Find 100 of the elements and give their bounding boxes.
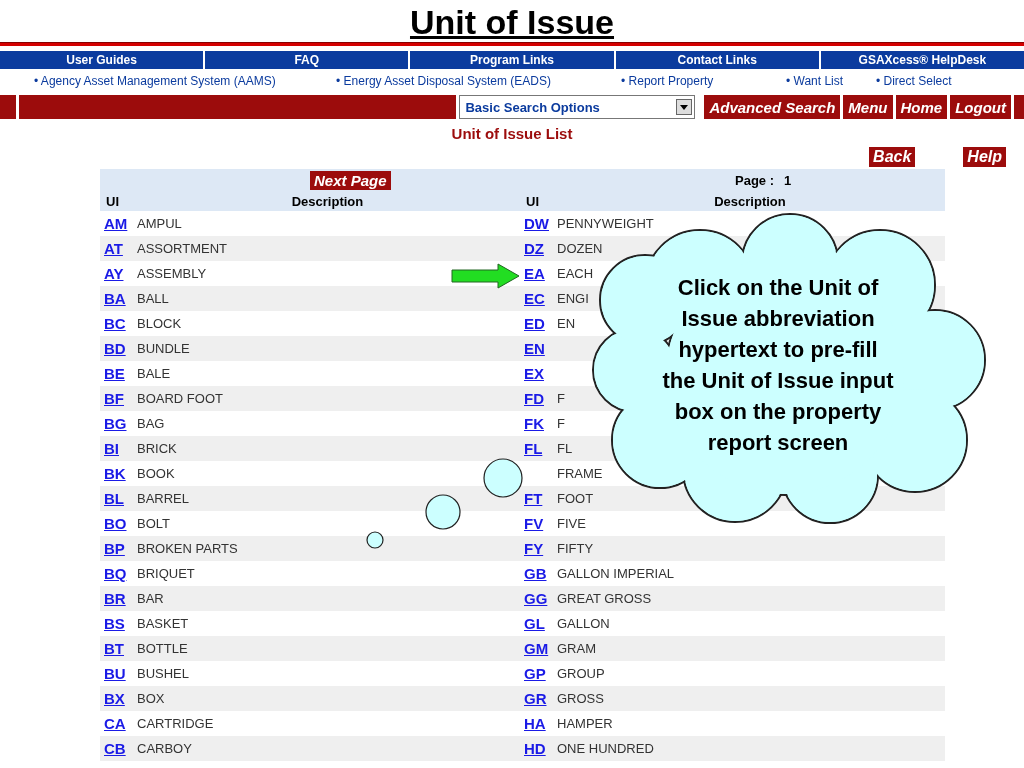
table-cell-text: BARREL	[136, 491, 190, 506]
page-title: Unit of Issue List	[451, 125, 573, 142]
page-label: Page :	[735, 172, 774, 188]
unit-code-link[interactable]: BX	[100, 690, 125, 707]
page-number: 1	[784, 172, 792, 188]
unit-code-link[interactable]: BE	[100, 365, 125, 382]
unit-code-link[interactable]: BA	[100, 290, 126, 307]
unit-code-link[interactable]: FK	[520, 415, 544, 432]
table-cell-text: CARBOY	[136, 741, 192, 756]
sub-link[interactable]: • Agency Asset Management System (AAMS)	[34, 74, 276, 88]
page-button[interactable]: Back	[869, 147, 916, 167]
unit-code-link[interactable]: EA	[520, 265, 545, 282]
unit-code-link[interactable]: BC	[100, 315, 126, 332]
next-page-button[interactable]: Next Page	[310, 170, 391, 190]
unit-code-link[interactable]: FY	[520, 540, 544, 557]
table-cell-text: HAMPER	[556, 716, 613, 731]
table-cell-text: FL	[556, 441, 573, 456]
table-cell-text: FIVE	[556, 516, 586, 531]
unit-code-link[interactable]: EC	[520, 290, 545, 307]
nav-tab[interactable]: User Guides	[0, 51, 204, 69]
unit-code-link[interactable]: BD	[100, 340, 126, 357]
table-cell-text: BRICK	[136, 441, 177, 456]
table-cell-text: F	[556, 391, 565, 406]
table-cell-text: ENGI	[556, 291, 589, 306]
unit-code-link[interactable]: GM	[520, 640, 549, 657]
table-cell-text: BUSHEL	[136, 666, 190, 681]
table-cell-text: GALLON	[556, 616, 610, 631]
table-cell-text: DOZEN	[556, 241, 603, 256]
action-button[interactable]: Advanced Search	[704, 95, 841, 119]
nav-tab[interactable]: GSAXcess® HelpDesk	[820, 51, 1024, 69]
unit-code-link[interactable]: HA	[520, 715, 546, 732]
unit-code-link[interactable]: GP	[520, 665, 546, 682]
dropdown-icon	[676, 99, 693, 115]
unit-code-link[interactable]: EN	[520, 340, 545, 357]
unit-code-link[interactable]: FT	[520, 490, 543, 507]
table-cell-text: BOX	[136, 691, 165, 706]
table-cell-text: AMPUL	[136, 216, 182, 231]
unit-code-link[interactable]: DZ	[520, 240, 544, 257]
table-cell-text: CARTRIDGE	[136, 716, 214, 731]
unit-code-link[interactable]: GL	[520, 615, 545, 632]
unit-code-link[interactable]: HD	[520, 740, 546, 757]
table-cell-text: FRAME	[556, 466, 603, 481]
table-cell-text: BOTTLE	[136, 641, 188, 656]
sub-link[interactable]: • Direct Select	[876, 74, 952, 88]
table-cell-text: BUNDLE	[136, 341, 190, 356]
sub-link[interactable]: • Energy Asset Disposal System (EADS)	[336, 74, 551, 88]
table-cell-text: ASSEMBLY	[136, 266, 207, 281]
table-cell-text: BASKET	[136, 616, 189, 631]
action-button[interactable]: Menu	[843, 95, 893, 119]
table-cell-text: FIFTY	[556, 541, 594, 556]
nav-tab[interactable]: Contact Links	[615, 51, 819, 69]
unit-code-link[interactable]: ED	[520, 315, 545, 332]
unit-code-link[interactable]: BK	[100, 465, 126, 482]
table-cell-text: BOOK	[136, 466, 175, 481]
unit-code-link[interactable]: BI	[100, 440, 119, 457]
unit-code-link[interactable]: AT	[100, 240, 123, 257]
nav-tab[interactable]: Program Links	[410, 51, 614, 69]
unit-code-link[interactable]: GR	[520, 690, 547, 707]
table-cell-text: GREAT GROSS	[556, 591, 652, 606]
column-header: UI	[105, 193, 120, 209]
table-cell-text: EACH	[556, 266, 594, 281]
menu-bar-segment	[1014, 95, 1024, 119]
unit-code-link[interactable]: BQ	[100, 565, 127, 582]
unit-code-link[interactable]: BF	[100, 390, 124, 407]
unit-code-link[interactable]: BO	[100, 515, 127, 532]
unit-code-link[interactable]: AM	[100, 215, 128, 232]
unit-code-link[interactable]: BU	[100, 665, 126, 682]
sub-link[interactable]: • Report Property	[621, 74, 714, 88]
unit-code-link[interactable]: FL	[520, 440, 543, 457]
arrow-icon	[451, 263, 520, 289]
table-cell-text: F	[556, 416, 565, 431]
unit-code-link[interactable]: BG	[100, 415, 127, 432]
table-cell-text: GALLON IMPERIAL	[556, 566, 675, 581]
action-button[interactable]: Logout	[950, 95, 1011, 119]
unit-code-link[interactable]: BP	[100, 540, 125, 557]
column-header: Description	[713, 193, 787, 209]
unit-code-link[interactable]: BL	[100, 490, 124, 507]
sub-link[interactable]: • Want List	[786, 74, 844, 88]
unit-code-link[interactable]: CB	[100, 740, 126, 757]
page-button[interactable]: Help	[963, 147, 1006, 167]
unit-code-link[interactable]: GB	[520, 565, 547, 582]
unit-code-link[interactable]: BR	[100, 590, 126, 607]
table-cell-text: BAG	[136, 416, 165, 431]
table-cell-text: FOOT	[556, 491, 594, 506]
column-header: UI	[525, 193, 540, 209]
unit-code-link[interactable]: FD	[520, 390, 544, 407]
unit-code-link[interactable]: AY	[100, 265, 124, 282]
unit-code-link[interactable]: CA	[100, 715, 126, 732]
unit-code-link[interactable]: FV	[520, 515, 544, 532]
slide-title: Unit of Issue	[410, 2, 614, 42]
column-header: Description	[290, 193, 365, 209]
search-options-select[interactable]: Basic Search Options	[459, 95, 696, 119]
unit-code-link[interactable]: BS	[100, 615, 125, 632]
nav-tab[interactable]: FAQ	[205, 51, 409, 69]
unit-code-link[interactable]: DW	[520, 215, 549, 232]
action-button[interactable]: Home	[895, 95, 948, 119]
unit-code-link[interactable]: BT	[100, 640, 124, 657]
unit-code-link[interactable]: EX	[520, 365, 544, 382]
unit-code-link[interactable]: GG	[520, 590, 548, 607]
table-cell-text: GROUP	[556, 666, 605, 681]
